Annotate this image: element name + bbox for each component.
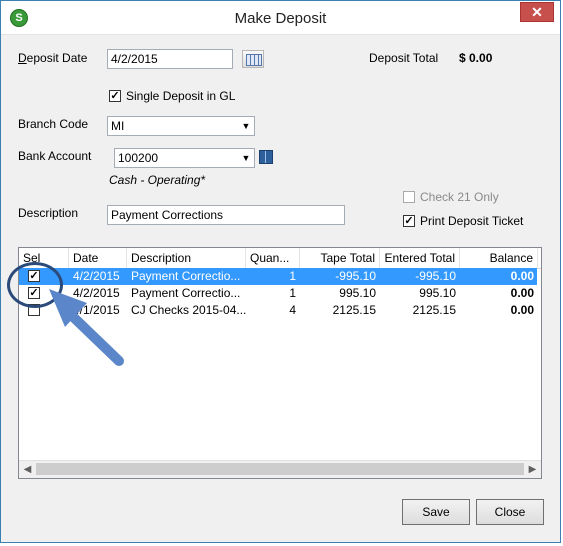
cell-entered-total: -995.10 bbox=[415, 269, 456, 283]
make-deposit-window: S Make Deposit ✕ Deposit Date 4/2/2015 D… bbox=[0, 0, 561, 543]
callout-circle bbox=[7, 262, 63, 308]
branch-code-value: MI bbox=[111, 119, 125, 133]
print-ticket-label: Print Deposit Ticket bbox=[420, 214, 524, 228]
cell-description: Payment Correctio... bbox=[131, 269, 241, 283]
deposit-grid: Sel Date Description Quan... Tape Total … bbox=[18, 247, 542, 479]
col-entered-total[interactable]: Entered Total bbox=[380, 248, 460, 268]
scroll-right-icon[interactable]: ▶ bbox=[524, 461, 541, 478]
col-description[interactable]: Description bbox=[127, 248, 246, 268]
col-date[interactable]: Date bbox=[69, 248, 127, 268]
cell-description: CJ Checks 2015-04... bbox=[131, 303, 246, 317]
account-lookup-icon[interactable] bbox=[259, 150, 273, 164]
deposit-date-field[interactable]: 4/2/2015 bbox=[107, 49, 233, 69]
cell-date: 4/1/2015 bbox=[73, 303, 120, 317]
close-window-button[interactable]: ✕ bbox=[520, 2, 554, 22]
cell-quantity: 1 bbox=[289, 286, 296, 300]
cell-balance: 0.00 bbox=[510, 286, 534, 300]
table-row[interactable]: ✓ 4/2/2015 Payment Correctio... 1 995.10… bbox=[19, 285, 537, 302]
description-input[interactable]: Payment Corrections bbox=[107, 205, 345, 225]
bank-account-label: Bank Account bbox=[18, 149, 92, 163]
cell-tape-total: 995.10 bbox=[339, 286, 376, 300]
cell-entered-total: 995.10 bbox=[419, 286, 456, 300]
cell-description: Payment Correctio... bbox=[131, 286, 241, 300]
check21-label: Check 21 Only bbox=[420, 190, 499, 204]
bank-account-select[interactable]: 100200 ▼ bbox=[114, 148, 255, 168]
description-label: Description bbox=[18, 206, 79, 220]
cell-tape-total: 2125.15 bbox=[332, 303, 376, 317]
table-row[interactable]: 4/1/2015 CJ Checks 2015-04... 4 2125.15 … bbox=[19, 302, 537, 319]
deposit-total-value: $ 0.00 bbox=[459, 51, 493, 65]
grid-header: Sel Date Description Quan... Tape Total … bbox=[19, 248, 541, 269]
cell-quantity: 4 bbox=[289, 303, 296, 317]
deposit-date-label: Deposit Date bbox=[18, 51, 88, 65]
horizontal-scrollbar[interactable]: ◀ ▶ bbox=[19, 460, 541, 478]
save-button[interactable]: Save bbox=[402, 499, 470, 525]
cell-entered-total: 2125.15 bbox=[412, 303, 456, 317]
bank-account-description: Cash - Operating* bbox=[109, 173, 206, 187]
scroll-left-icon[interactable]: ◀ bbox=[19, 461, 36, 478]
single-deposit-checkbox[interactable]: ✓ bbox=[109, 90, 121, 102]
cell-balance: 0.00 bbox=[510, 269, 534, 283]
window-title: Make Deposit bbox=[234, 10, 327, 27]
branch-code-label: Branch Code bbox=[18, 117, 89, 131]
print-ticket-checkbox[interactable]: ✓ bbox=[403, 215, 415, 227]
deposit-total-label: Deposit Total bbox=[369, 51, 439, 65]
cell-quantity: 1 bbox=[289, 269, 296, 283]
branch-code-select[interactable]: MI ▼ bbox=[107, 116, 255, 136]
chevron-down-icon: ▼ bbox=[241, 121, 251, 131]
calendar-icon bbox=[246, 54, 262, 66]
chevron-down-icon: ▼ bbox=[241, 153, 251, 163]
cell-tape-total: -995.10 bbox=[335, 269, 376, 283]
bank-account-value: 100200 bbox=[118, 151, 159, 165]
cell-date: 4/2/2015 bbox=[73, 269, 120, 283]
col-tape-total[interactable]: Tape Total bbox=[300, 248, 380, 268]
close-button[interactable]: Close bbox=[476, 499, 544, 525]
table-row[interactable]: ✓ 4/2/2015 Payment Correctio... 1 -995.1… bbox=[19, 268, 537, 285]
col-quantity[interactable]: Quan... bbox=[246, 248, 300, 268]
cell-date: 4/2/2015 bbox=[73, 286, 120, 300]
cell-balance: 0.00 bbox=[510, 303, 534, 317]
calendar-button[interactable] bbox=[242, 50, 264, 68]
scroll-thumb[interactable] bbox=[36, 463, 524, 475]
title-bar: S Make Deposit ✕ bbox=[1, 1, 560, 35]
check21-checkbox[interactable] bbox=[403, 191, 415, 203]
col-balance[interactable]: Balance bbox=[460, 248, 538, 268]
single-deposit-label: Single Deposit in GL bbox=[126, 89, 236, 103]
